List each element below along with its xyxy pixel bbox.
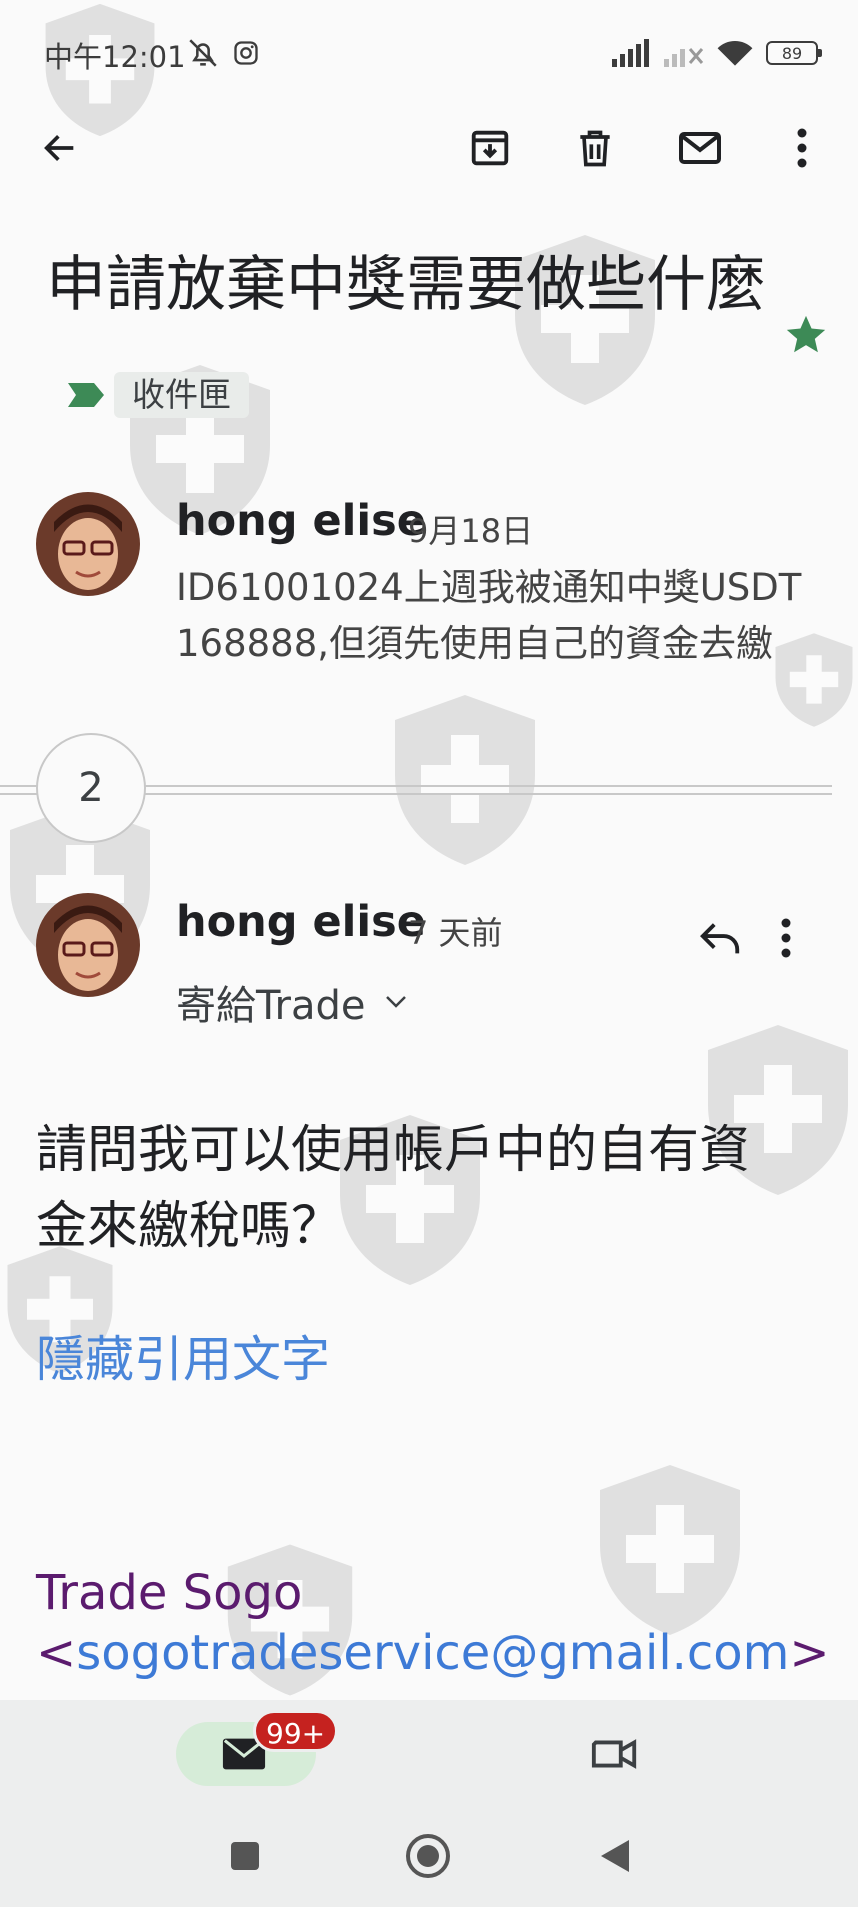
watermark-shield-icon xyxy=(395,695,535,865)
reply-button[interactable] xyxy=(690,908,750,968)
nav-meet-tab[interactable] xyxy=(580,1722,650,1786)
bracket-close: > xyxy=(789,1625,830,1681)
status-time: 中午12:01 xyxy=(44,40,186,74)
archive-icon xyxy=(471,130,509,166)
home-button[interactable] xyxy=(398,1826,458,1886)
more-vert-icon xyxy=(797,128,807,168)
triangle-left-icon xyxy=(601,1840,629,1872)
hide-quoted-text-link[interactable]: 隱藏引用文字 xyxy=(36,1320,330,1391)
instagram-icon xyxy=(234,41,258,65)
recents-button[interactable] xyxy=(215,1826,275,1886)
signal-icon xyxy=(612,39,649,67)
message-date: 7 天前 xyxy=(408,914,503,952)
bracket-open: < xyxy=(36,1625,77,1681)
signature-email-link[interactable]: sogotradeservice@gmail.com xyxy=(76,1625,789,1681)
watermark-shield-icon xyxy=(600,1465,740,1635)
battery-level: 89 xyxy=(781,43,803,63)
unread-badge: 99+ xyxy=(253,1710,339,1752)
message-body: 請問我可以使用帳戶中的自有資 金來繳稅嗎？ xyxy=(36,1113,816,1265)
circle-icon xyxy=(406,1834,450,1878)
archive-button[interactable] xyxy=(460,118,520,178)
message-snippet[interactable]: ID61001024上週我被通知中獎USDT 168888,但須先使用自己的資金… xyxy=(176,560,836,672)
message-more-button[interactable] xyxy=(780,908,792,968)
snippet-line: ID61001024上週我被通知中獎USDT xyxy=(176,566,802,609)
recipient-text: 寄給Trade xyxy=(176,983,366,1029)
label-chip[interactable]: 收件匣 xyxy=(114,372,249,419)
delete-button[interactable] xyxy=(565,118,625,178)
important-marker-icon xyxy=(68,383,104,408)
video-camera-icon xyxy=(591,1739,637,1769)
collapsed-count-button[interactable]: 2 xyxy=(36,733,146,843)
avatar[interactable] xyxy=(36,893,140,997)
signal-weak-icon xyxy=(664,48,704,67)
subject-text: 申請放棄中獎需要做些什麼 xyxy=(46,250,766,320)
sender-name: hong elise xyxy=(176,496,426,546)
star-button[interactable] xyxy=(776,305,836,365)
avatar[interactable] xyxy=(36,492,140,596)
snippet-line: 168888,但須先使用自己的資金去繳 xyxy=(176,622,774,665)
more-vert-icon xyxy=(781,918,791,958)
sender-name: hong elise xyxy=(176,897,426,947)
battery-icon: 89 xyxy=(766,41,822,65)
arrow-left-icon xyxy=(44,135,74,161)
trash-icon xyxy=(580,130,610,167)
mail-icon xyxy=(679,132,721,164)
email-subject: 申請放棄中獎需要做些什麼 收件匣 xyxy=(46,232,766,446)
message-date: 9月18日 xyxy=(408,512,534,550)
body-line: 金來繳稅嗎？ xyxy=(36,1197,343,1256)
square-icon xyxy=(231,1842,259,1870)
star-icon xyxy=(786,315,826,353)
wifi-icon xyxy=(717,40,753,66)
status-bar: 中午12:01 89 xyxy=(0,0,858,105)
back-nav-button[interactable] xyxy=(585,1826,645,1886)
reply-icon xyxy=(700,923,740,954)
back-button[interactable] xyxy=(30,118,90,178)
signature-name: Trade Sogo xyxy=(36,1565,303,1621)
bell-off-icon xyxy=(189,39,217,67)
body-line: 請問我可以使用帳戶中的自有資 xyxy=(36,1121,751,1180)
label-chip-wrap: 收件匣 xyxy=(66,372,249,419)
status-icons: 89 xyxy=(612,38,822,68)
mark-unread-button[interactable] xyxy=(670,118,730,178)
chevron-down-icon xyxy=(385,996,406,1008)
recipient-details-toggle[interactable]: 寄給Trade xyxy=(176,973,408,1031)
signature-email-line: <sogotradeservice@gmail.com> xyxy=(36,1625,830,1681)
more-options-button[interactable] xyxy=(772,118,832,178)
